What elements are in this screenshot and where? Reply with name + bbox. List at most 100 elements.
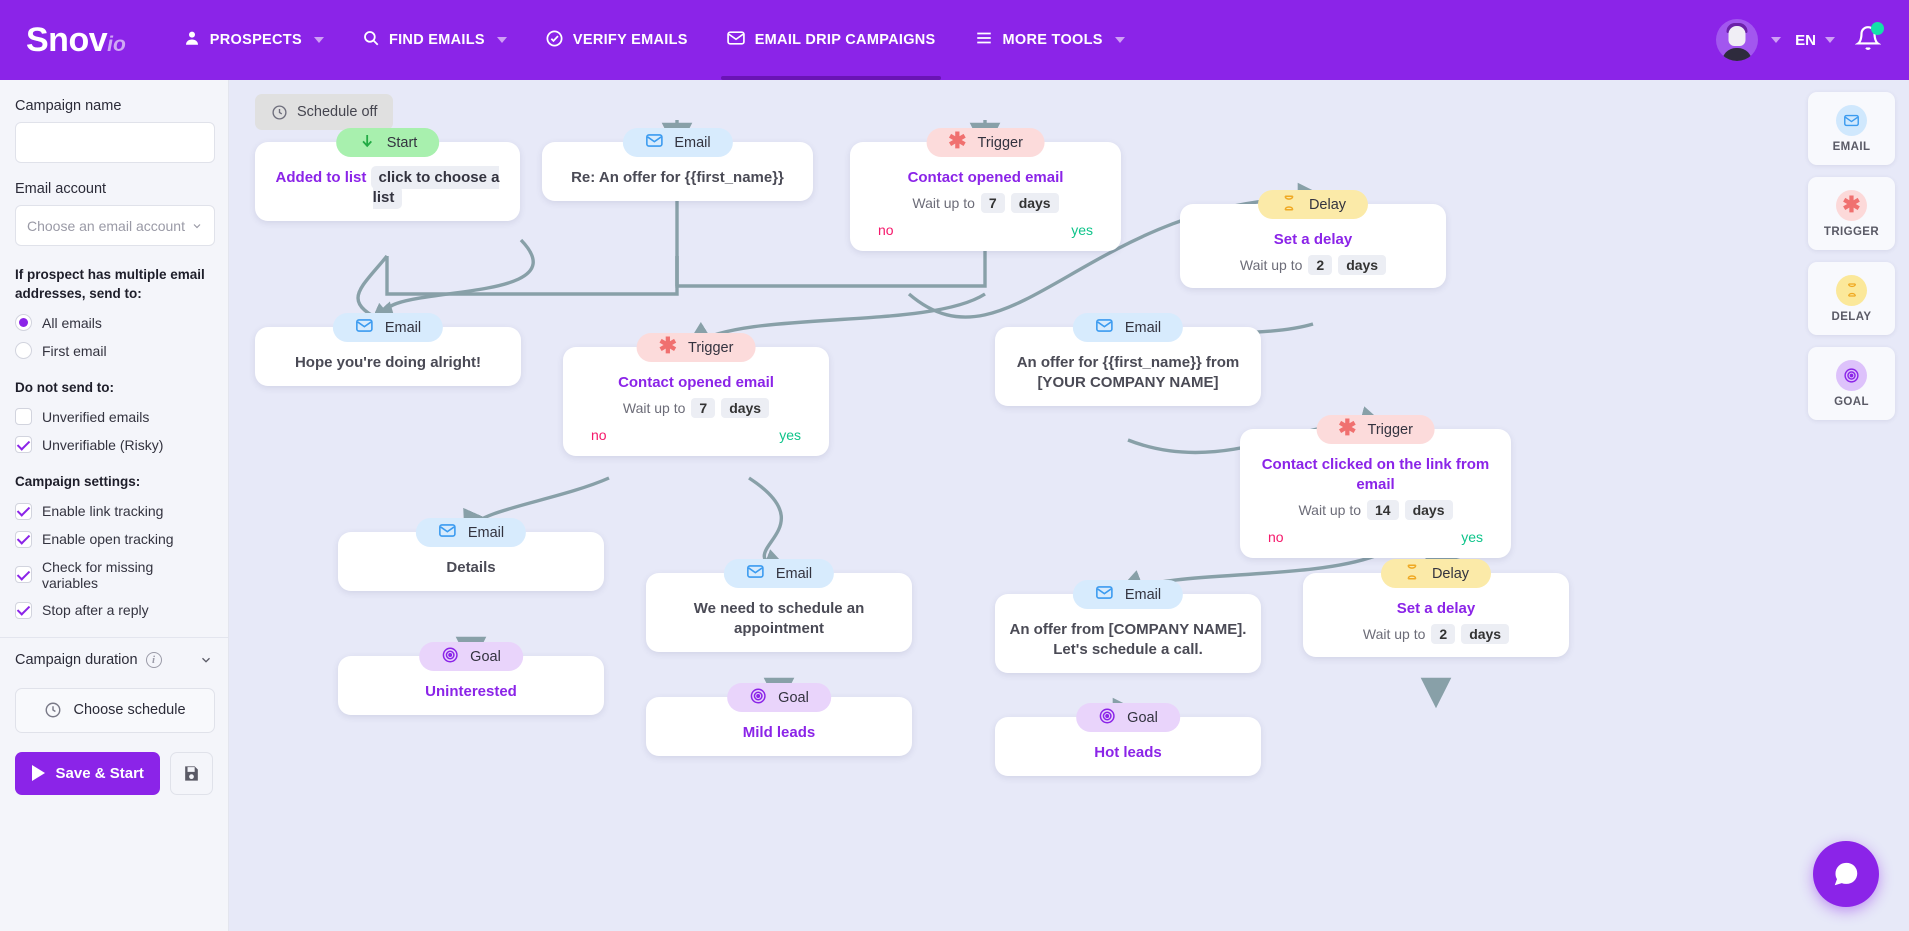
account-menu[interactable]	[1716, 19, 1782, 61]
node-pill-delay[interactable]: Delay	[1257, 190, 1369, 219]
node-pill-email[interactable]: Email	[1072, 313, 1184, 342]
node-card[interactable]: Contact opened email Wait up to 7 days no yes	[850, 142, 1121, 251]
added-to-list-link[interactable]: Added to list	[276, 169, 367, 186]
nav-item-more-tools[interactable]: MORE TOOLS	[955, 0, 1144, 80]
branch-yes-label[interactable]: yes	[779, 427, 801, 443]
checkbox-option-unverifiable-risky[interactable]: Unverifiable (Risky)	[15, 436, 213, 454]
radio-option-all-emails[interactable]: All emails	[15, 314, 213, 332]
flow-node-email[interactable]: Email Details	[338, 518, 604, 591]
choose-list-chip[interactable]: click to choose a list	[370, 166, 500, 209]
save-draft-button[interactable]	[170, 751, 213, 795]
palette-delay[interactable]: DELAY	[1808, 262, 1895, 335]
flow-node-goal[interactable]: Goal Hot leads	[995, 703, 1261, 776]
nav-item-prospects[interactable]: PROSPECTS	[164, 0, 343, 80]
node-pill-email[interactable]: Email	[723, 559, 835, 588]
cbox-box[interactable]	[15, 601, 32, 619]
flow-node-email[interactable]: Email Re: An offer for {{first_name}}	[542, 128, 813, 201]
notifications-button[interactable]	[1854, 21, 1884, 57]
flow-node-goal[interactable]: Goal Mild leads	[646, 683, 912, 756]
node-title: Added to list click to choose a list	[269, 166, 506, 209]
checkbox-option-enable-open-tracking[interactable]: Enable open tracking	[15, 530, 213, 548]
flow-node-delay[interactable]: Delay Set a delay Wait up to 2 days	[1180, 190, 1446, 288]
wait-value[interactable]: 14	[1367, 499, 1399, 520]
nav-item-email-drip-campaigns[interactable]: EMAIL DRIP CAMPAIGNS	[707, 0, 955, 80]
cbox-box[interactable]	[15, 408, 32, 426]
cbox-box[interactable]	[15, 502, 32, 520]
wait-value[interactable]: 7	[691, 397, 716, 418]
palette-goal[interactable]: GOAL	[1808, 347, 1895, 420]
flow-node-email[interactable]: Email Hope you're doing alright!	[255, 313, 521, 386]
campaign-flow-canvas[interactable]: Schedule off Start Added to list click to…	[229, 80, 1909, 931]
node-card[interactable]: Contact opened email Wait up to 7 days no yes	[563, 347, 829, 456]
node-pill-trigger[interactable]: ✱ Trigger	[1316, 415, 1435, 444]
node-pill-trigger[interactable]: ✱ Trigger	[636, 333, 756, 362]
support-chat-button[interactable]	[1813, 841, 1879, 907]
branch-no-label[interactable]: no	[591, 427, 607, 443]
wait-value[interactable]: 2	[1431, 623, 1456, 644]
node-pill-trigger[interactable]: ✱ Trigger	[926, 128, 1045, 157]
language-selector[interactable]: EN	[1795, 32, 1835, 49]
wait-value[interactable]: 2	[1308, 254, 1333, 275]
flow-node-start[interactable]: Start Added to list click to choose a lis…	[255, 128, 520, 221]
wait-unit[interactable]: days	[1010, 192, 1059, 213]
nav-item-verify-emails[interactable]: VERIFY EMAILS	[526, 0, 707, 80]
campaign-name-label: Campaign name	[15, 98, 122, 114]
wait-value[interactable]: 7	[980, 192, 1005, 213]
flow-node-goal[interactable]: Goal Uninterested	[338, 642, 604, 715]
radio-box[interactable]	[15, 314, 32, 332]
info-icon[interactable]: i	[145, 651, 162, 668]
node-pill-email[interactable]: Email	[1072, 580, 1184, 609]
email-icon	[438, 521, 457, 544]
node-pill-email[interactable]: Email	[415, 518, 527, 547]
choose-schedule-button[interactable]: Choose schedule	[15, 687, 215, 733]
cbox-box[interactable]	[15, 436, 32, 454]
brand-suffix: io	[107, 32, 126, 56]
email-account-value: Choose an email account	[27, 217, 185, 234]
flow-node-trigger[interactable]: ✱ Trigger Contact clicked on the link from…	[1240, 415, 1511, 558]
wait-unit[interactable]: days	[1461, 623, 1510, 644]
campaign-duration-row[interactable]: Campaign duration i	[15, 651, 213, 668]
flow-node-email[interactable]: Email An offer from [COMPANY NAME]. Let's…	[995, 580, 1261, 673]
node-pill-goal[interactable]: Goal	[419, 642, 523, 671]
node-pill-label: Email	[384, 319, 422, 336]
cbox-box[interactable]	[15, 566, 32, 584]
email-account-select[interactable]: Choose an email account	[15, 205, 215, 246]
checkbox-option-check-for-missing-variables[interactable]: Check for missing variables	[15, 559, 213, 591]
flow-node-email[interactable]: Email An offer for {{first_name}} from [Y…	[995, 313, 1261, 406]
node-pill-goal[interactable]: Goal	[1076, 703, 1180, 732]
campaign-settings-options: Enable link tracking Enable open tracking…	[15, 502, 213, 619]
checkbox-option-stop-after-a-reply[interactable]: Stop after a reply	[15, 601, 213, 619]
flow-node-trigger[interactable]: ✱ Trigger Contact opened email Wait up to 7 d…	[563, 333, 829, 456]
branch-no-label[interactable]: no	[878, 222, 894, 238]
node-pill-start[interactable]: Start	[335, 128, 440, 157]
flow-node-email[interactable]: Email We need to schedule an appointment	[646, 559, 912, 652]
node-title: Re: An offer for {{first_name}}	[571, 169, 784, 186]
node-pill-label: Start	[386, 134, 418, 151]
brand-logo[interactable]: Snov io	[26, 21, 126, 60]
node-pill-email[interactable]: Email	[622, 128, 733, 157]
palette-label: DELAY	[1831, 310, 1872, 323]
node-card[interactable]: Contact clicked on the link from email Wa…	[1240, 429, 1511, 558]
radio-box[interactable]	[15, 342, 32, 360]
cbox-box[interactable]	[15, 530, 32, 548]
radio-option-first-email[interactable]: First email	[15, 342, 213, 360]
checkbox-option-unverified-emails[interactable]: Unverified emails	[15, 408, 213, 426]
branch-yes-label[interactable]: yes	[1461, 529, 1483, 545]
branch-yes-label[interactable]: yes	[1071, 222, 1093, 238]
wait-unit[interactable]: days	[1338, 254, 1387, 275]
campaign-name-input[interactable]	[15, 122, 215, 163]
node-pill-delay[interactable]: Delay	[1380, 559, 1492, 588]
flow-node-delay[interactable]: Delay Set a delay Wait up to 2 days	[1303, 559, 1569, 657]
palette-trigger[interactable]: ✱ TRIGGER	[1808, 177, 1895, 250]
flow-node-trigger[interactable]: ✱ Trigger Contact opened email Wait up to 7 d…	[850, 128, 1121, 251]
branch-no-label[interactable]: no	[1268, 529, 1284, 545]
save-and-start-button[interactable]: Save & Start	[15, 751, 161, 795]
node-pill-goal[interactable]: Goal	[727, 683, 831, 712]
node-pill-email[interactable]: Email	[332, 313, 444, 342]
schedule-off-button[interactable]: Schedule off	[255, 94, 394, 130]
checkbox-option-enable-link-tracking[interactable]: Enable link tracking	[15, 502, 213, 520]
nav-item-find-emails[interactable]: FIND EMAILS	[343, 0, 526, 80]
wait-unit[interactable]: days	[1404, 499, 1453, 520]
palette-email[interactable]: EMAIL	[1808, 92, 1895, 165]
wait-unit[interactable]: days	[721, 397, 770, 418]
